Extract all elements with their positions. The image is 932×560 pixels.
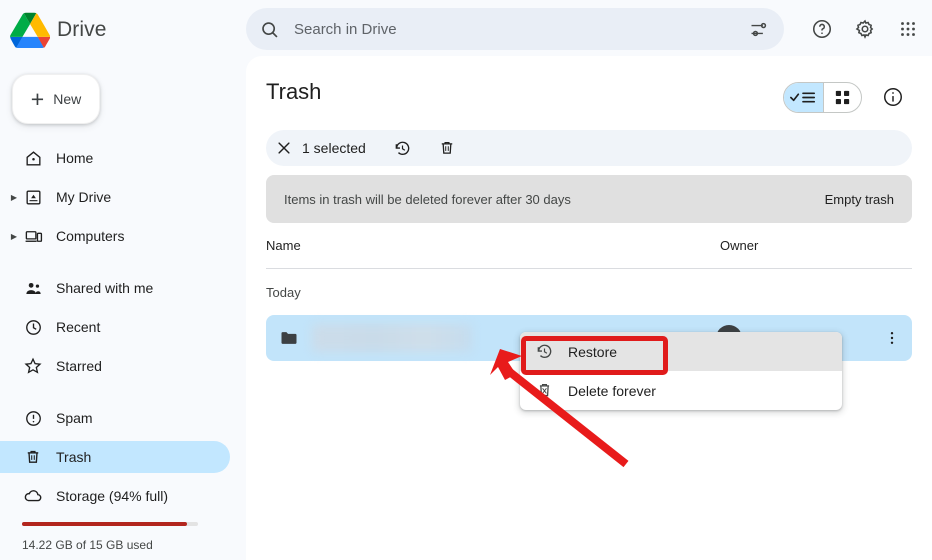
plus-icon: + [30, 85, 45, 112]
grid-view-button[interactable] [822, 83, 862, 112]
trash-notice-banner: Items in trash will be deleted forever a… [266, 175, 912, 223]
table-column-headers: Name Owner [266, 238, 912, 266]
search-icon [246, 19, 292, 40]
delete-forever-icon [520, 381, 568, 400]
date-group-label: Today [266, 285, 301, 300]
new-button[interactable]: + New [12, 74, 100, 124]
file-name-redacted [312, 324, 472, 352]
main-content: Trash 1 selected Items in trash will be … [246, 56, 932, 560]
storage-progress-fill [22, 522, 188, 526]
search-input[interactable] [292, 19, 732, 39]
brand-name: Drive [57, 18, 107, 41]
chevron-right-icon[interactable]: ▶ [6, 193, 22, 202]
context-menu-item-delete-forever[interactable]: Delete forever [520, 371, 842, 410]
sidebar-item-label: Trash [56, 449, 92, 465]
sidebar-item-starred[interactable]: Starred [0, 350, 230, 382]
sidebar-item-spam[interactable]: Spam [0, 402, 230, 434]
selection-count-label: 1 selected [302, 140, 366, 156]
search-bar[interactable] [246, 8, 784, 50]
more-vert-icon[interactable] [880, 326, 904, 350]
column-header-name[interactable]: Name [266, 238, 301, 253]
close-icon[interactable] [266, 139, 302, 157]
new-button-label: New [53, 91, 82, 107]
spam-icon [22, 409, 44, 428]
context-menu-item-label: Delete forever [568, 382, 656, 399]
column-header-owner[interactable]: Owner [720, 238, 758, 253]
sidebar-item-label: Home [56, 150, 94, 166]
view-toggle [783, 82, 862, 113]
computers-icon [22, 227, 44, 246]
gear-icon[interactable] [851, 15, 879, 43]
sidebar-nav: Home ▶ My Drive ▶ Computers Shared with … [0, 142, 246, 512]
sidebar-item-home[interactable]: Home [0, 142, 230, 174]
help-icon[interactable] [808, 15, 836, 43]
trash-icon [22, 448, 44, 466]
sidebar-item-storage[interactable]: Storage (94% full) [0, 480, 230, 512]
nav-divider-gap-2 [0, 382, 246, 394]
cloud-icon [22, 486, 44, 506]
google-drive-trash-page: Drive + New Home ▶ My Drive ▶ Computers … [0, 0, 932, 560]
star-icon [22, 356, 44, 376]
apps-grid-icon[interactable] [894, 15, 922, 43]
sidebar-item-label: Recent [56, 319, 101, 335]
sidebar-item-label: Computers [56, 228, 125, 244]
storage-usage-text: 14.22 GB of 15 GB used [22, 538, 153, 552]
top-bar [246, 0, 932, 56]
context-menu-item-label: Restore [568, 343, 618, 360]
context-menu: Restore Delete forever [520, 332, 842, 410]
sidebar: Drive + New Home ▶ My Drive ▶ Computers … [0, 0, 246, 560]
sidebar-item-computers[interactable]: ▶ Computers [0, 220, 230, 252]
home-icon [22, 149, 44, 168]
storage-progress-bar [22, 522, 198, 526]
sidebar-item-label: Shared with me [56, 280, 154, 296]
clock-icon [22, 318, 44, 337]
context-menu-item-restore[interactable]: Restore [520, 332, 842, 371]
info-icon[interactable] [880, 84, 906, 110]
sidebar-item-recent[interactable]: Recent [0, 311, 230, 343]
google-drive-logo-icon [10, 12, 51, 49]
sidebar-item-my-drive[interactable]: ▶ My Drive [0, 181, 230, 213]
list-view-button[interactable] [784, 83, 823, 112]
people-icon [22, 279, 44, 298]
restore-icon [520, 342, 568, 361]
my-drive-icon [22, 188, 44, 207]
sidebar-item-label: My Drive [56, 189, 112, 205]
sidebar-item-label: Starred [56, 358, 102, 374]
page-title: Trash [266, 79, 322, 104]
restore-icon[interactable] [388, 139, 418, 158]
sidebar-item-shared-with-me[interactable]: Shared with me [0, 272, 230, 304]
empty-trash-button[interactable]: Empty trash [825, 192, 894, 207]
sidebar-item-trash[interactable]: Trash [0, 441, 230, 473]
nav-divider-gap [0, 252, 246, 264]
sidebar-item-label: Spam [56, 410, 93, 426]
folder-icon [266, 328, 312, 348]
sidebar-item-label: Storage (94% full) [56, 488, 169, 504]
tune-icon[interactable] [732, 19, 784, 40]
trash-notice-text: Items in trash will be deleted forever a… [284, 191, 571, 207]
chevron-right-icon[interactable]: ▶ [6, 232, 22, 241]
table-header-divider [266, 268, 912, 269]
delete-icon[interactable] [432, 139, 462, 157]
selection-toolbar: 1 selected [266, 130, 912, 166]
brand-header: Drive [0, 0, 246, 60]
